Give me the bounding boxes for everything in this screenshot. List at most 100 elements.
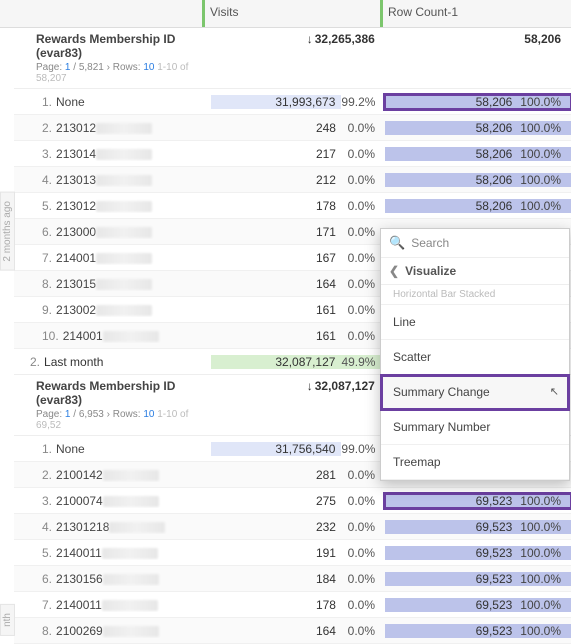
redacted-segment <box>96 227 152 238</box>
table-row[interactable]: 5.21400111910.0%69,523100.0% <box>14 540 571 566</box>
dimension-title: Rewards Membership ID (evar83) <box>36 32 203 60</box>
visits-percent: 0.0% <box>342 173 385 187</box>
rows-count-link[interactable]: 10 <box>143 62 154 73</box>
pagination-meta: Page: 1 / 5,821 › Rows: 10 1-10 of 58,20… <box>36 62 203 84</box>
rowcount-cell: 58,206100.0% <box>385 121 571 135</box>
row-label: 8.213015 <box>14 277 211 291</box>
redacted-segment <box>96 279 152 290</box>
visits-value: 164 <box>211 277 342 291</box>
context-search[interactable]: 🔍 Search <box>381 229 569 258</box>
table-row[interactable]: 1.None31,993,67399.2%58,206100.0% <box>14 89 571 115</box>
menu-item-summary-change[interactable]: Summary Change ↖ <box>381 375 569 410</box>
visits-percent: 0.0% <box>342 303 385 317</box>
column-headers: Visits Row Count-1 <box>0 0 571 28</box>
table-row[interactable]: 3.2130142170.0%58,206100.0% <box>14 141 571 167</box>
rowcount-cell: 69,523100.0% <box>385 494 571 508</box>
menu-item-truncated: Horizontal Bar Stacked <box>381 285 569 305</box>
dimension-column-spacer <box>0 0 202 27</box>
table-row[interactable]: 5.2130121780.0%58,206100.0% <box>14 193 571 219</box>
visits-percent: 0.0% <box>342 199 385 213</box>
redacted-segment <box>96 123 152 134</box>
search-placeholder: Search <box>411 236 449 250</box>
row-label: 2.2100142 <box>14 468 211 482</box>
row-label: 1.None <box>14 442 211 456</box>
redacted-segment <box>96 201 152 212</box>
visits-percent: 0.0% <box>342 494 385 508</box>
side-tab-lastmonth[interactable]: nth <box>0 604 15 636</box>
visits-value: 217 <box>211 147 342 161</box>
visits-value: 171 <box>211 225 342 239</box>
column-header-rowcount[interactable]: Row Count-1 <box>380 0 571 27</box>
column-header-visits[interactable]: Visits <box>202 0 380 27</box>
table-row[interactable]: 3.21000742750.0%69,523100.0% <box>14 488 571 514</box>
sort-desc-icon: ↓ <box>307 32 313 46</box>
visits-percent: 0.0% <box>342 572 385 586</box>
redacted-segment <box>103 496 159 507</box>
visits-percent: 0.0% <box>342 546 385 560</box>
row-label: 3.2100074 <box>14 494 211 508</box>
table-row[interactable]: 4.2130132120.0%58,206100.0% <box>14 167 571 193</box>
page-current-link[interactable]: 1 <box>65 409 71 420</box>
row-label: 9.213002 <box>14 303 211 317</box>
breakdown-header-1: Rewards Membership ID (evar83) Page: 1 /… <box>14 28 571 89</box>
visits-percent: 0.0% <box>342 225 385 239</box>
search-icon: 🔍 <box>389 235 405 251</box>
row-label: 6.213000 <box>14 225 211 239</box>
visits-value: 31,756,540 <box>211 442 341 456</box>
context-menu: 🔍 Search ❮ Visualize Horizontal Bar Stac… <box>380 228 570 481</box>
rowcount-cell: 58,206100.0% <box>385 147 571 161</box>
redacted-segment <box>109 522 165 533</box>
visits-value: 167 <box>211 251 342 265</box>
menu-item-scatter[interactable]: Scatter <box>381 340 569 375</box>
visits-percent: 99.0% <box>341 442 385 456</box>
visits-value: 281 <box>211 468 342 482</box>
visits-value: 178 <box>211 199 342 213</box>
context-visualize-back[interactable]: ❮ Visualize <box>381 258 569 285</box>
visits-value: 161 <box>211 329 342 343</box>
side-tab-2months[interactable]: 2 months ago <box>0 192 15 271</box>
menu-item-treemap[interactable]: Treemap <box>381 445 569 480</box>
table-row[interactable]: 7.21400111780.0%69,523100.0% <box>14 592 571 618</box>
table-row[interactable]: 8.21002691640.0%69,523100.0% <box>14 618 571 644</box>
visits-percent: 49.9% <box>341 355 385 369</box>
rowcount-cell: 69,523100.0% <box>385 546 571 560</box>
redacted-segment <box>103 470 159 481</box>
redacted-segment <box>96 305 152 316</box>
table-row[interactable]: 6.21301561840.0%69,523100.0% <box>14 566 571 592</box>
row-label: 5.213012 <box>14 199 211 213</box>
redacted-segment <box>96 253 152 264</box>
redacted-segment <box>96 175 152 186</box>
visits-percent: 0.0% <box>342 251 385 265</box>
row-label: 6.2130156 <box>14 572 211 586</box>
row-label: 2.213012 <box>14 121 211 135</box>
redacted-segment <box>103 574 159 585</box>
menu-item-line[interactable]: Line <box>381 305 569 340</box>
rowcount-total: 58,206 <box>385 28 571 50</box>
visits-value: 161 <box>211 303 342 317</box>
visits-value: 232 <box>211 520 342 534</box>
visits-percent: 0.0% <box>342 520 385 534</box>
menu-item-summary-number[interactable]: Summary Number <box>381 410 569 445</box>
row-label: 7.214001 <box>14 251 211 265</box>
page-current-link[interactable]: 1 <box>65 62 71 73</box>
rows-count-link[interactable]: 10 <box>143 409 154 420</box>
visits-percent: 0.0% <box>342 468 385 482</box>
sort-desc-icon: ↓ <box>307 379 313 393</box>
table-row[interactable]: 4.213012182320.0%69,523100.0% <box>14 514 571 540</box>
rowcount-cell: 58,206100.0% <box>385 199 571 213</box>
visits-total: ↓32,265,386 <box>211 28 385 50</box>
visits-percent: 99.2% <box>341 95 385 109</box>
visits-total: ↓32,087,127 <box>211 375 385 397</box>
row-label: 10.214001 <box>14 329 211 343</box>
row-label: 8.2100269 <box>14 624 211 638</box>
visits-value: 212 <box>211 173 342 187</box>
rowcount-cell: 69,523100.0% <box>385 624 571 638</box>
visits-value: 32,087,127 <box>211 355 342 369</box>
visits-value: 164 <box>211 624 342 638</box>
cursor-icon: ↖ <box>550 385 559 398</box>
visits-percent: 0.0% <box>342 147 385 161</box>
row-label: 4.213013 <box>14 173 211 187</box>
row-label: 4.21301218 <box>14 520 211 534</box>
table-row[interactable]: 2.2130122480.0%58,206100.0% <box>14 115 571 141</box>
chevron-left-icon: ❮ <box>389 264 399 278</box>
